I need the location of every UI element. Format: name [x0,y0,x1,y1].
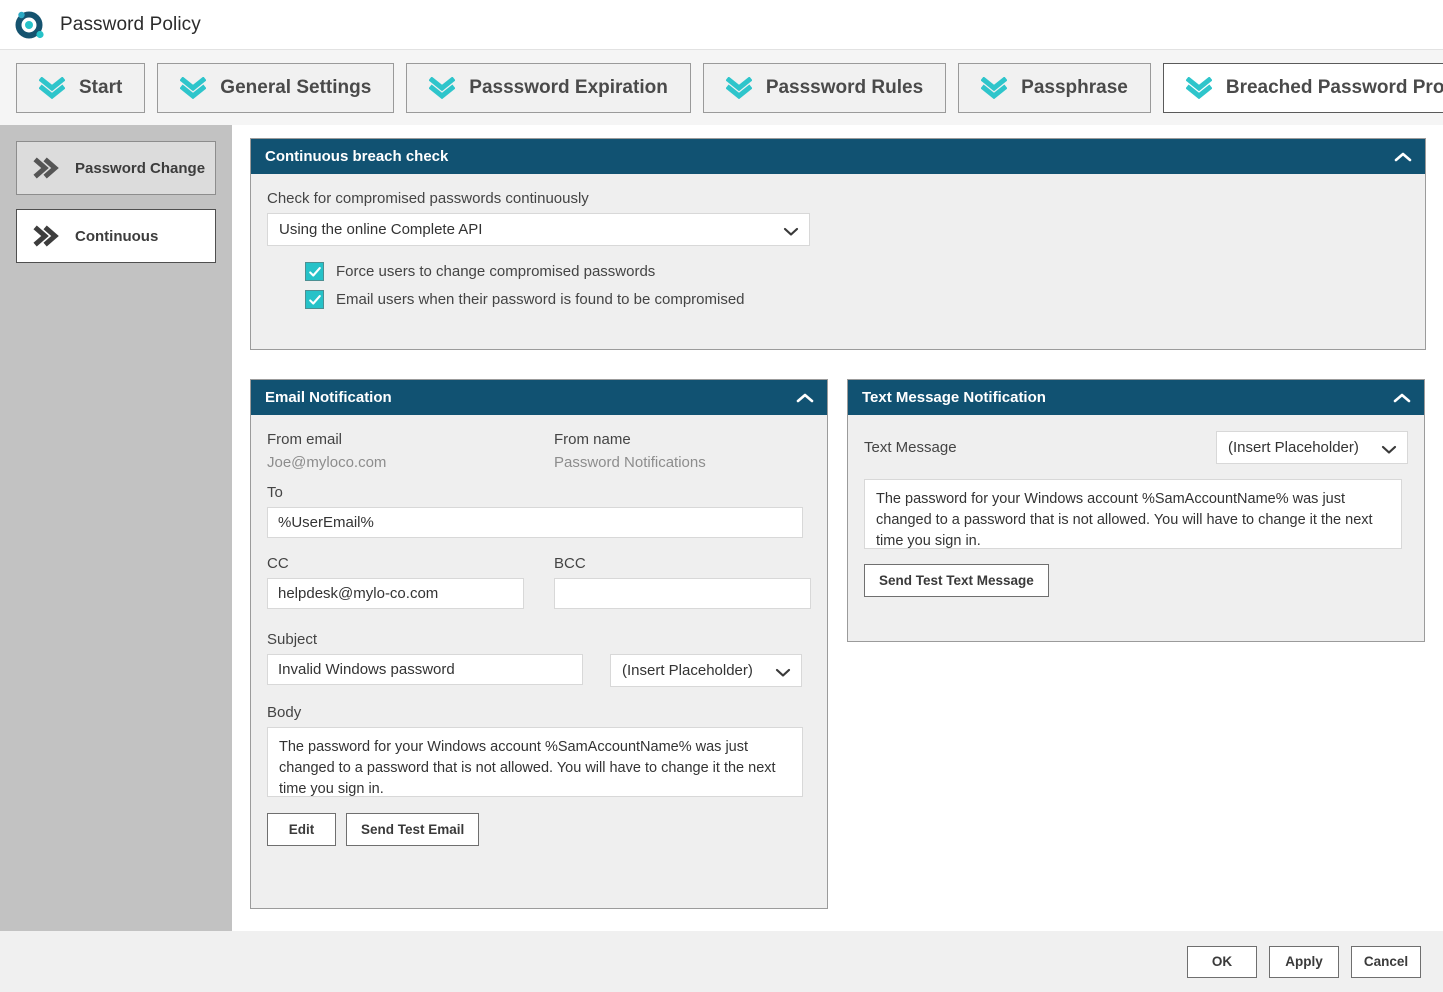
text-message-label: Text Message [864,439,957,456]
tab-label: Passsword Expiration [469,77,668,99]
breach-check-method-select[interactable]: Using the online Complete API [267,213,810,246]
tab-label: Passphrase [1021,77,1128,99]
email-notification-panel: Email Notification From email Joe@myloco… [250,379,828,909]
tab-general-settings[interactable]: General Settings [157,63,394,113]
tab-strip: Start General Settings Passsword Expirat… [0,50,1443,125]
checkbox-label: Force users to change compromised passwo… [336,263,655,280]
sidebar-item-label: Password Change [75,160,205,177]
force-change-checkbox-row: Force users to change compromised passwo… [305,262,1409,281]
bcc-label: BCC [554,555,811,572]
footer-bar: OK Apply Cancel [0,931,1443,992]
double-chevron-down-icon [180,77,206,99]
panel-title: Email Notification [265,389,392,406]
double-chevron-right-icon [33,225,61,247]
panel-header: Continuous breach check [251,139,1425,174]
text-message-notification-panel: Text Message Notification Text Message (… [847,379,1425,642]
double-chevron-down-icon [39,77,65,99]
text-message-value: The password for your Windows account %S… [876,491,1373,549]
cc-value: helpdesk@mylo-co.com [278,585,438,602]
chevron-down-icon [783,224,799,235]
continuous-breach-check-panel: Continuous breach check Check for compro… [250,138,1426,350]
bcc-input[interactable] [554,578,811,609]
force-change-checkbox[interactable] [305,262,324,281]
chevron-up-icon[interactable] [795,391,815,405]
sms-insert-placeholder-select[interactable]: (Insert Placeholder) [1216,431,1408,464]
to-value: %UserEmail% [278,514,374,531]
chevron-up-icon[interactable] [1392,391,1412,405]
subject-input[interactable]: Invalid Windows password [267,654,583,685]
cc-label: CC [267,555,524,572]
sidebar: Password Change Continuous [0,125,232,931]
double-chevron-down-icon [429,77,455,99]
panel-header: Text Message Notification [848,380,1424,415]
subject-label: Subject [267,631,811,648]
ok-button[interactable]: OK [1187,946,1257,978]
sidebar-item-password-change[interactable]: Password Change [16,141,216,195]
from-email-value: Joe@myloco.com [267,454,524,471]
body-label: Body [267,704,811,721]
double-chevron-down-icon [1186,77,1212,99]
panel-body: Text Message (Insert Placeholder) The pa… [848,415,1424,611]
panel-header: Email Notification [251,380,827,415]
from-name-value: Password Notifications [554,454,811,471]
tab-breached-password-protection[interactable]: Breached Password Protection [1163,63,1443,113]
body-value: The password for your Windows account %S… [279,739,776,797]
apply-button[interactable]: Apply [1269,946,1339,978]
sidebar-item-label: Continuous [75,228,158,245]
cancel-button[interactable]: Cancel [1351,946,1421,978]
to-input[interactable]: %UserEmail% [267,507,803,538]
app-logo-icon [14,9,46,41]
text-message-textarea[interactable]: The password for your Windows account %S… [864,479,1402,549]
send-test-email-button[interactable]: Send Test Email [346,813,479,846]
tab-label: Breached Password Protection [1226,77,1443,99]
email-users-checkbox-row: Email users when their password is found… [305,290,1409,309]
from-email-label: From email [267,431,524,448]
double-chevron-down-icon [726,77,752,99]
tab-passphrase[interactable]: Passphrase [958,63,1151,113]
content-area: Continuous breach check Check for compro… [232,125,1443,931]
chevron-down-icon [775,665,791,676]
sidebar-item-continuous[interactable]: Continuous [16,209,216,263]
select-value: Using the online Complete API [279,221,482,238]
tab-password-rules[interactable]: Passsword Rules [703,63,946,113]
body-textarea[interactable]: The password for your Windows account %S… [267,727,803,797]
breach-check-select-label: Check for compromised passwords continuo… [267,190,1409,207]
cc-input[interactable]: helpdesk@mylo-co.com [267,578,524,609]
to-label: To [267,484,811,501]
chevron-up-icon[interactable] [1393,150,1413,164]
select-value: (Insert Placeholder) [1228,439,1359,456]
from-name-label: From name [554,431,811,448]
page-title: Password Policy [60,14,201,36]
panel-title: Continuous breach check [265,148,448,165]
double-chevron-down-icon [981,77,1007,99]
tab-label: Start [79,77,122,99]
double-chevron-right-icon [33,157,61,179]
tab-label: General Settings [220,77,371,99]
subject-value: Invalid Windows password [278,661,455,678]
tab-label: Passsword Rules [766,77,923,99]
title-bar: Password Policy [0,0,1443,50]
panel-body: Check for compromised passwords continuo… [251,174,1425,332]
edit-button[interactable]: Edit [267,813,336,846]
panel-body: From email Joe@myloco.com From name Pass… [251,415,827,860]
chevron-down-icon [1381,442,1397,453]
email-users-checkbox[interactable] [305,290,324,309]
tab-password-expiration[interactable]: Passsword Expiration [406,63,691,113]
select-value: (Insert Placeholder) [622,662,753,679]
tab-start[interactable]: Start [16,63,145,113]
send-test-text-message-button[interactable]: Send Test Text Message [864,564,1049,597]
panel-title: Text Message Notification [862,389,1046,406]
email-insert-placeholder-select[interactable]: (Insert Placeholder) [610,654,802,687]
checkbox-label: Email users when their password is found… [336,291,745,308]
